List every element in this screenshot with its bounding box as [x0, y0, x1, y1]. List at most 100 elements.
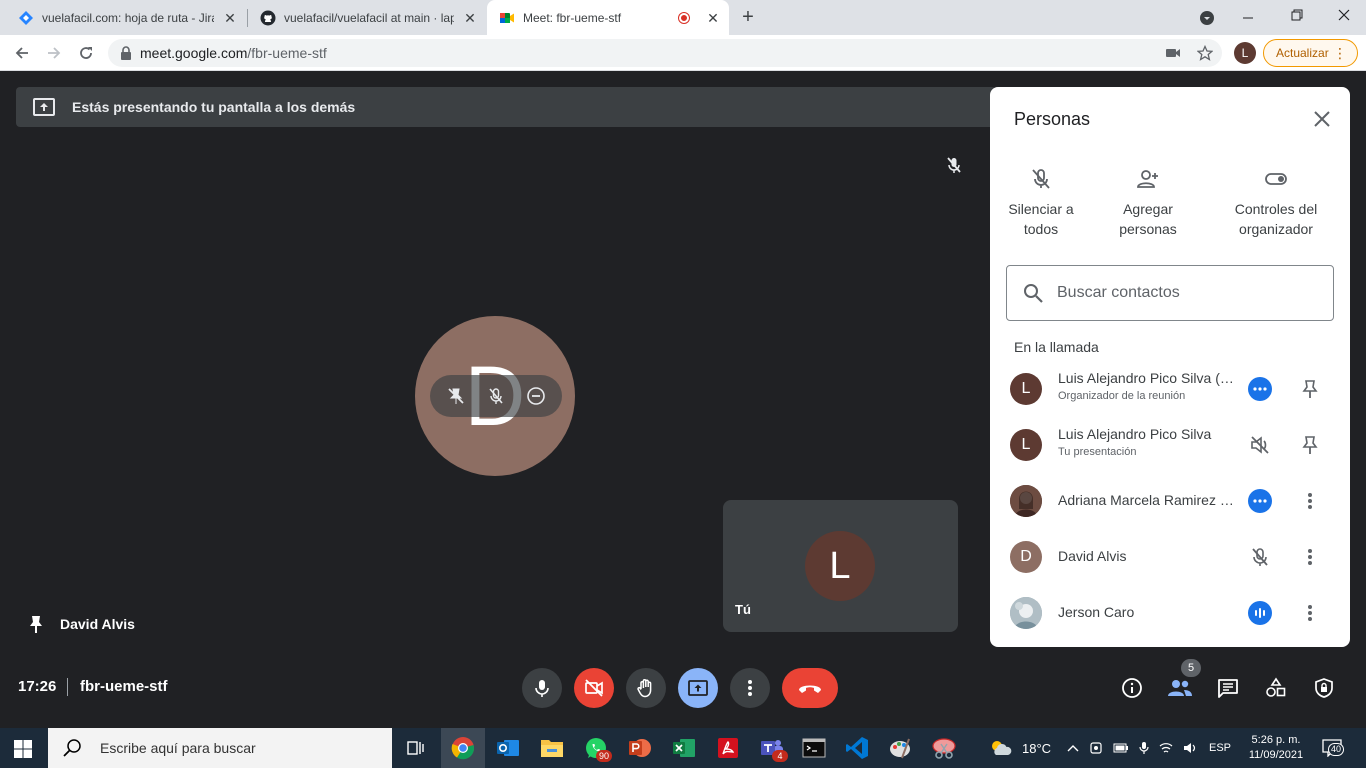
present-now-button[interactable]	[678, 668, 718, 708]
participant-row[interactable]: Adriana Marcela Ramirez Si...	[990, 473, 1350, 529]
activities-icon[interactable]	[1263, 675, 1289, 701]
mute-all-button[interactable]: Silenciar a todos	[986, 167, 1096, 239]
host-controls-label-1: Controles del	[1234, 201, 1318, 217]
update-chrome-button[interactable]: Actualizar ⋮	[1263, 39, 1358, 67]
unpin-icon[interactable]	[444, 384, 468, 408]
tab-jira[interactable]: vuelafacil.com: hoja de ruta - Jira ✕	[6, 0, 246, 35]
weather-widget[interactable]: 18°C	[988, 728, 1051, 768]
whatsapp-icon[interactable]: 90	[582, 734, 612, 762]
tile-hover-controls	[430, 375, 562, 417]
browser-toolbar: meet.google.com/fbr-ueme-stf L Actualiza…	[0, 35, 1366, 71]
mic-off-icon	[944, 155, 964, 175]
participant-row[interactable]: Jerson Caro	[990, 585, 1350, 641]
address-bar[interactable]: meet.google.com/fbr-ueme-stf	[108, 39, 1222, 67]
participant-row[interactable]: L Luis Alejandro Pico Silva Tu presentac…	[990, 417, 1350, 473]
more-options-button[interactable]	[730, 668, 770, 708]
file-explorer-icon[interactable]	[538, 734, 566, 762]
browser-tab-strip: vuelafacil.com: hoja de ruta - Jira ✕ vu…	[0, 0, 1366, 35]
minimize-window-icon[interactable]	[1236, 6, 1260, 30]
mic-off-icon[interactable]	[484, 384, 508, 408]
pin-icon[interactable]	[1298, 377, 1322, 401]
microphone-button[interactable]	[522, 668, 562, 708]
host-security-icon[interactable]	[1311, 675, 1337, 701]
camera-in-use-icon[interactable]	[1161, 41, 1185, 65]
battery-icon[interactable]	[1113, 743, 1129, 753]
terminal-icon[interactable]	[800, 734, 828, 762]
self-avatar: L	[805, 531, 875, 601]
participant-name: Luis Alejandro Pico Silva (Tú)	[1058, 370, 1240, 386]
search-input[interactable]	[1057, 284, 1317, 302]
reload-icon[interactable]	[74, 41, 98, 65]
participant-photo-avatar	[1010, 485, 1042, 517]
close-window-icon[interactable]	[1332, 3, 1356, 27]
meeting-clock: 17:26	[18, 678, 57, 695]
close-tab-icon[interactable]: ✕	[462, 10, 478, 26]
participant-name: Jerson Caro	[1058, 604, 1135, 620]
excel-icon[interactable]	[670, 734, 698, 762]
paint-icon[interactable]	[886, 734, 914, 762]
new-tab-button[interactable]: +	[736, 0, 760, 35]
search-icon	[62, 738, 82, 758]
meet-share-tray-icon[interactable]	[1089, 741, 1103, 755]
acrobat-icon[interactable]	[714, 734, 742, 762]
forward-icon[interactable]	[42, 41, 66, 65]
snipping-tool-icon[interactable]	[930, 734, 958, 762]
notification-icon: 40	[1322, 739, 1345, 757]
clock-time: 5:26 p. m.	[1251, 734, 1301, 746]
participant-row[interactable]: D David Alvis	[990, 529, 1350, 585]
raise-hand-button[interactable]	[626, 668, 666, 708]
teams-badge: 4	[772, 750, 788, 762]
self-video-tile[interactable]: L Tú	[723, 500, 958, 632]
tab-meet[interactable]: Meet: fbr-ueme-stf ✕	[487, 0, 729, 35]
pinned-participant-label: David Alvis	[26, 614, 135, 634]
profile-avatar[interactable]: L	[1234, 42, 1256, 64]
windows-start-icon[interactable]	[14, 740, 32, 758]
participant-name: Adriana Marcela Ramirez Si...	[1058, 492, 1240, 508]
volume-icon[interactable]	[1183, 742, 1197, 754]
close-tab-icon[interactable]: ✕	[705, 10, 721, 26]
clock-date: 11/09/2021	[1248, 749, 1304, 761]
pinned-name: David Alvis	[60, 616, 135, 632]
more-options-icon[interactable]	[1298, 489, 1322, 513]
participant-row[interactable]: L Luis Alejandro Pico Silva (Tú) Organiz…	[990, 361, 1350, 417]
chevron-up-icon[interactable]	[1067, 744, 1079, 752]
chat-icon[interactable]	[1215, 675, 1241, 701]
microphone-tray-icon[interactable]	[1139, 741, 1149, 755]
host-controls-button[interactable]: Controles del organizador	[1221, 167, 1331, 239]
tab-search-icon[interactable]	[1195, 6, 1219, 30]
tray-icons: ESP	[1067, 728, 1231, 768]
taskbar-search-placeholder: Escribe aquí para buscar	[100, 740, 256, 756]
google-meet-icon	[499, 10, 515, 26]
taskbar-search-box[interactable]: Escribe aquí para buscar	[48, 728, 392, 768]
url-host: meet.google.com	[140, 45, 248, 61]
vscode-icon[interactable]	[843, 734, 871, 762]
more-options-icon[interactable]	[1298, 545, 1322, 569]
people-icon[interactable]	[1167, 675, 1193, 701]
tab-github[interactable]: vuelafacil/vuelafacil at main · lap ✕	[248, 0, 486, 35]
restore-window-icon[interactable]	[1285, 3, 1309, 27]
more-options-icon[interactable]	[1298, 601, 1322, 625]
add-people-button[interactable]: Agregar personas	[1093, 167, 1203, 239]
wifi-icon[interactable]	[1159, 742, 1173, 754]
keyboard-language[interactable]: ESP	[1209, 742, 1231, 754]
close-tab-icon[interactable]: ✕	[222, 10, 238, 26]
task-view-icon[interactable]	[402, 734, 430, 762]
outlook-icon[interactable]	[494, 734, 522, 762]
bookmark-star-icon[interactable]	[1193, 41, 1217, 65]
jira-icon	[18, 10, 34, 26]
pin-icon[interactable]	[1298, 433, 1322, 457]
add-people-label-2: personas	[1119, 221, 1177, 237]
participant-avatar: L	[1010, 373, 1042, 405]
leave-call-button[interactable]	[782, 668, 838, 708]
back-icon[interactable]	[10, 41, 34, 65]
remove-participant-icon[interactable]	[524, 384, 548, 408]
meeting-info-icon[interactable]	[1119, 675, 1145, 701]
teams-icon[interactable]: 4	[758, 734, 788, 762]
camera-off-button[interactable]	[574, 668, 614, 708]
notification-center[interactable]: 40	[1322, 728, 1345, 768]
powerpoint-icon[interactable]	[626, 734, 654, 762]
close-icon[interactable]	[1310, 107, 1334, 131]
system-clock[interactable]: 5:26 p. m. 11/09/2021	[1244, 728, 1308, 768]
contact-search-box[interactable]	[1006, 265, 1334, 321]
chrome-taskbar-icon[interactable]	[441, 728, 485, 768]
